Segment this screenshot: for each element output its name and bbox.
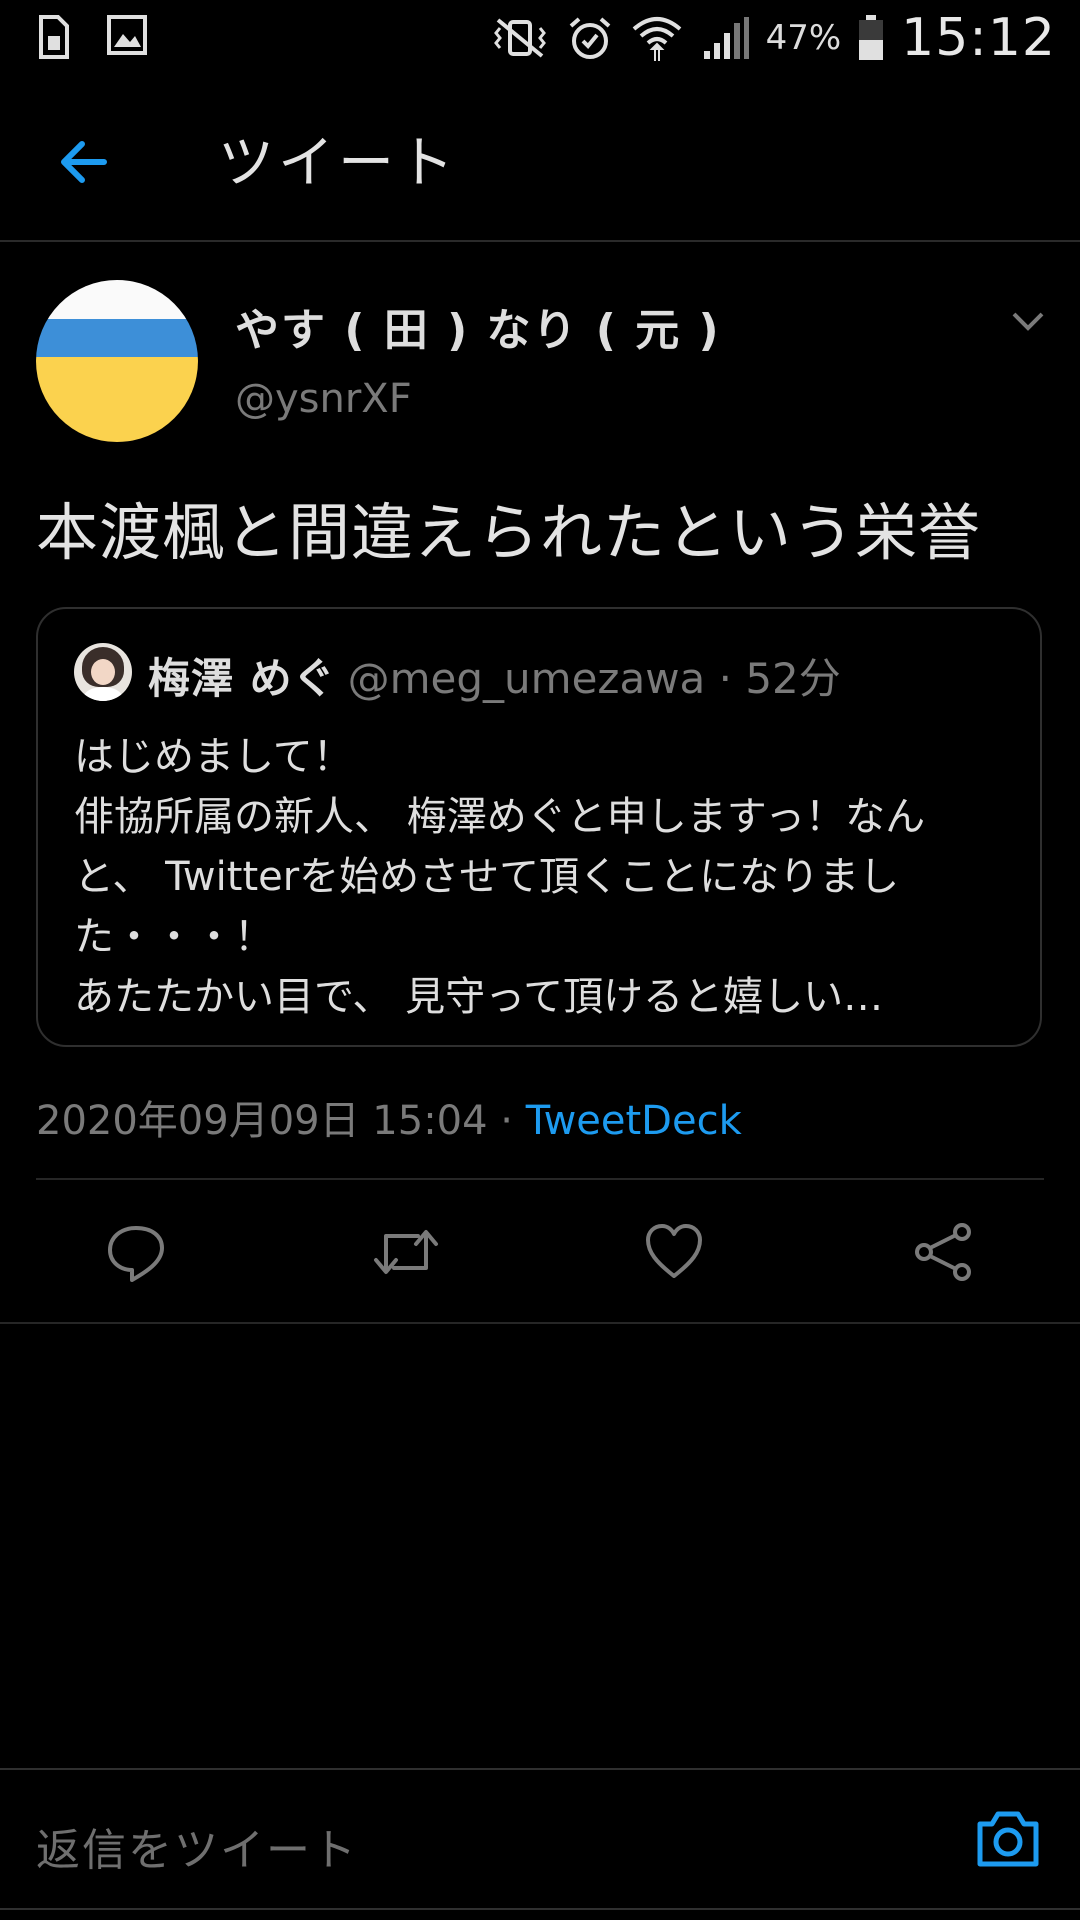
page-title: ツイート — [218, 131, 458, 196]
quoted-name: 梅澤 めぐ — [148, 654, 336, 703]
tweet-text: 本渡楓と間違えられたという栄誉 — [36, 496, 982, 569]
alarm-icon — [566, 14, 614, 62]
quoted-avatar — [74, 643, 132, 701]
battery-icon — [857, 14, 885, 62]
avatar[interactable] — [36, 280, 198, 442]
meta-separator: · — [487, 1098, 526, 1144]
back-arrow-icon[interactable] — [52, 130, 116, 194]
signal-icon — [700, 15, 750, 61]
wifi-icon — [630, 13, 684, 63]
quoted-line: と、 Twitterを始めさせて頂くことになりまし — [74, 854, 900, 900]
sim-icon — [38, 14, 70, 60]
divider — [0, 1322, 1080, 1324]
quoted-handle-time: @meg_umezawa · 52分 — [347, 654, 841, 703]
quoted-line: た・・・！ — [74, 914, 274, 960]
quoted-header: 梅澤 めぐ @meg_umezawa · 52分 — [148, 645, 841, 706]
reply-input[interactable]: 返信をツイート — [36, 1814, 358, 1878]
user-handle[interactable]: @ysnrXF — [235, 376, 412, 422]
battery-percent: 47% — [765, 18, 842, 58]
share-icon[interactable] — [912, 1220, 976, 1284]
chevron-down-icon[interactable] — [1010, 310, 1046, 334]
vibrate-mute-icon — [490, 16, 550, 60]
retweet-icon[interactable] — [372, 1220, 438, 1284]
source-link[interactable]: TweetDeck — [526, 1098, 742, 1144]
quoted-line: はじめまして！ — [74, 734, 353, 780]
tweet-meta: 2020年09月09日 15:04 · TweetDeck — [36, 1088, 742, 1146]
clock: 15:12 — [901, 8, 1056, 68]
camera-icon[interactable] — [974, 1804, 1042, 1872]
quoted-text: はじめまして！ 俳協所属の新人、 梅澤めぐと申しますっ！なん と、 Twitte… — [74, 727, 1014, 1027]
action-bar — [0, 1180, 1080, 1322]
status-bar: 47% 15:12 — [0, 0, 1080, 80]
like-icon[interactable] — [642, 1220, 706, 1284]
reply-icon[interactable] — [104, 1220, 168, 1284]
quoted-line: あたたかい目で、 見守って頂けると嬉しい… — [74, 974, 884, 1020]
reply-composer[interactable]: 返信をツイート — [0, 1768, 1080, 1910]
quoted-line: 俳協所属の新人、 梅澤めぐと申しますっ！なん — [74, 794, 926, 840]
gallery-icon — [106, 14, 148, 60]
display-name[interactable]: やす ( 田 ) なり ( 元 ) — [235, 294, 721, 358]
quoted-tweet[interactable]: 梅澤 めぐ @meg_umezawa · 52分 はじめまして！ 俳協所属の新人、… — [36, 607, 1042, 1047]
timestamp: 2020年09月09日 15:04 — [36, 1098, 488, 1144]
app-bar: ツイート — [0, 80, 1080, 242]
